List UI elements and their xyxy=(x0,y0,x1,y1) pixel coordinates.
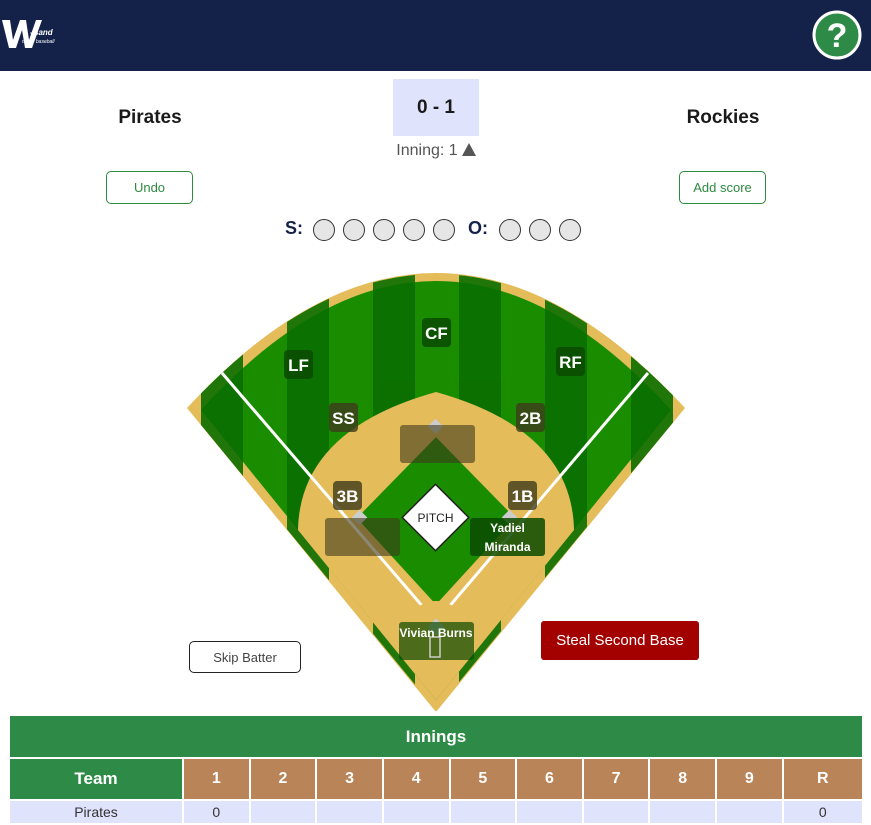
inning-cell: 0 xyxy=(182,799,251,825)
runner-third-slot[interactable] xyxy=(325,518,400,556)
row-team-name: Pirates xyxy=(8,799,184,825)
table-row: Pirates 0 0 xyxy=(8,799,865,825)
inning-column-header: 6 xyxy=(515,757,584,801)
inning-cell xyxy=(248,799,318,825)
position-2b[interactable]: 2B xyxy=(516,403,545,432)
inning-column-header: 3 xyxy=(315,757,384,801)
position-label: RF xyxy=(559,353,582,372)
batter[interactable]: Vivian Burns xyxy=(399,622,474,660)
inning-column-header: 5 xyxy=(448,757,518,801)
runner-second-slot[interactable] xyxy=(400,425,475,463)
position-label: SS xyxy=(332,409,355,428)
inning-cell xyxy=(715,799,784,825)
inning-column-header: 9 xyxy=(715,757,784,801)
runner-name: Miranda xyxy=(484,540,530,554)
runs-cell: 0 xyxy=(781,799,865,825)
baseball-field: CF LF RF SS 2B 3B 1B Yadiel Miranda PITC… xyxy=(187,273,685,711)
runner-first[interactable]: Yadiel Miranda xyxy=(470,518,545,556)
inning-cell xyxy=(581,799,651,825)
position-label: 3B xyxy=(337,487,359,506)
inning-cell xyxy=(315,799,384,825)
inning-column-header: 4 xyxy=(381,757,451,801)
steal-second-base-button[interactable]: Steal Second Base xyxy=(541,621,699,660)
skip-batter-button[interactable]: Skip Batter xyxy=(189,641,301,673)
inning-cell xyxy=(515,799,584,825)
inning-cell xyxy=(381,799,451,825)
batter-name: Vivian Burns xyxy=(399,626,472,640)
position-label: LF xyxy=(288,356,309,375)
position-cf[interactable]: CF xyxy=(422,318,451,347)
inning-column-header: 1 xyxy=(182,757,251,801)
inning-column-header: 8 xyxy=(648,757,717,801)
innings-title: Innings xyxy=(8,714,864,759)
team-column-header: Team xyxy=(8,757,184,801)
position-ss[interactable]: SS xyxy=(329,403,358,432)
position-rf[interactable]: RF xyxy=(556,347,585,376)
pitch-label: PITCH xyxy=(418,511,454,525)
position-lf[interactable]: LF xyxy=(284,350,313,379)
inning-cell xyxy=(648,799,717,825)
position-3b[interactable]: 3B xyxy=(333,481,362,510)
position-1b[interactable]: 1B xyxy=(508,481,537,510)
position-label: 1B xyxy=(512,487,534,506)
inning-column-header: 7 xyxy=(581,757,651,801)
innings-table: Innings Team 1 2 3 4 5 6 7 8 9 R Pirates… xyxy=(8,714,865,825)
position-label: CF xyxy=(425,324,448,343)
runner-name: Yadiel xyxy=(490,521,525,535)
runs-column-header: R xyxy=(781,757,865,801)
position-label: 2B xyxy=(520,409,542,428)
inning-column-header: 2 xyxy=(248,757,318,801)
inning-cell xyxy=(448,799,518,825)
